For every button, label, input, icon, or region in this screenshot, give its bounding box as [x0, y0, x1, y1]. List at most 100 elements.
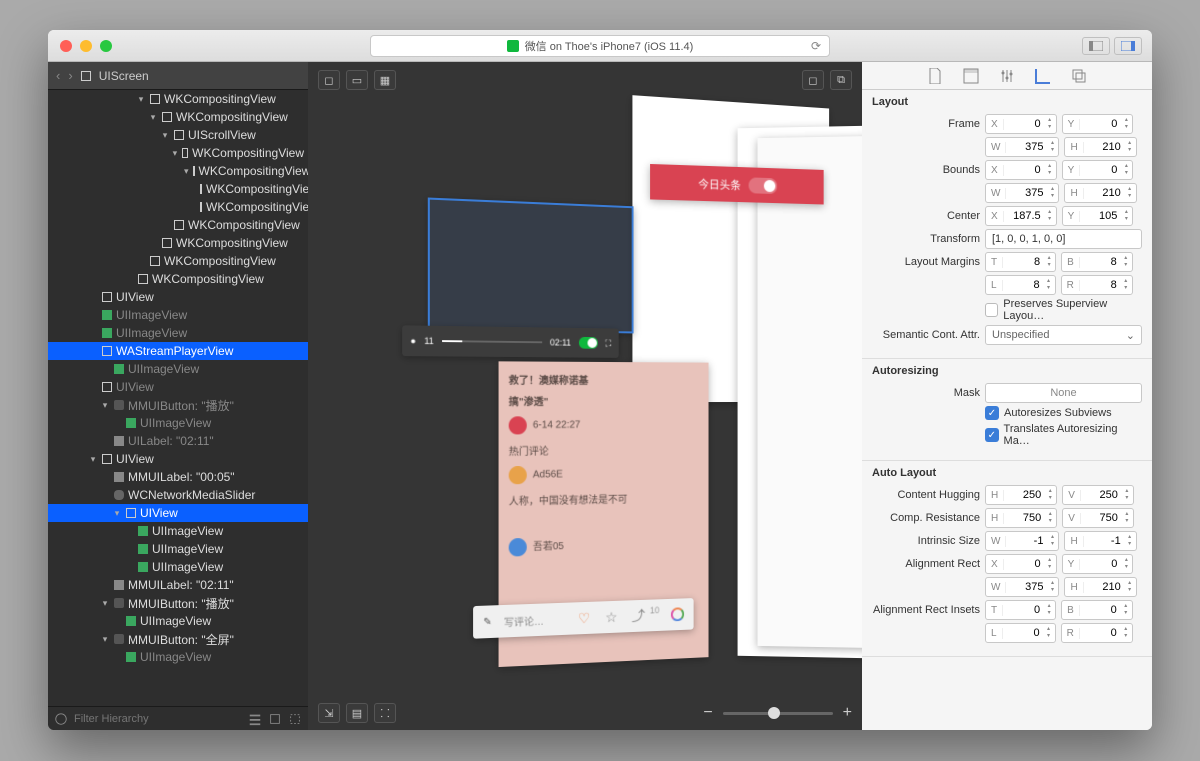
back-button[interactable]: ‹ — [56, 68, 60, 83]
inset-l-field[interactable]: L▴▾ — [985, 623, 1056, 643]
adjust-icon[interactable] — [248, 712, 262, 726]
forward-button[interactable]: › — [68, 68, 72, 83]
mask-box[interactable]: None — [985, 383, 1142, 403]
filter-input[interactable] — [74, 713, 242, 725]
tab-size-inspector[interactable] — [1033, 67, 1053, 85]
intrinsic-h-field[interactable]: H▴▾ — [1064, 531, 1136, 551]
canvas[interactable]: ◻ ▭ ▦ ◻ ⧉ 今日头条 ● 11 02:11 — [308, 62, 862, 730]
tab-history[interactable] — [961, 67, 981, 85]
tree-row[interactable]: WKCompositingView — [48, 216, 308, 234]
tree-row[interactable]: UIImageView — [48, 648, 308, 666]
range-button[interactable]: ▤ — [346, 703, 368, 723]
inset-t-field[interactable]: T▴▾ — [985, 600, 1056, 620]
disclosure-triangle[interactable]: ▾ — [100, 400, 110, 411]
content-mode-button[interactable]: ▦ — [374, 70, 396, 90]
tree-row[interactable]: UIView — [48, 288, 308, 306]
disclosure-triangle[interactable]: ▾ — [160, 130, 170, 141]
zoom-track[interactable] — [723, 712, 833, 715]
margin-l-field[interactable]: L▴▾ — [985, 275, 1056, 295]
disclosure-triangle[interactable]: ▾ — [184, 166, 189, 177]
bounds-w-field[interactable]: W▴▾ — [985, 183, 1059, 203]
inset-b-field[interactable]: B▴▾ — [1061, 600, 1133, 620]
scope-icon[interactable] — [268, 712, 282, 726]
tree-row[interactable]: WCNetworkMediaSlider — [48, 486, 308, 504]
margin-t-field[interactable]: T▴▾ — [985, 252, 1056, 272]
bounds-h-field[interactable]: H▴▾ — [1064, 183, 1136, 203]
view-3d-scene[interactable]: 今日头条 ● 11 02:11 ⛶ 救了！澳媒称诺基 搞"渗透" 6-14 22… — [368, 102, 822, 690]
tree-row[interactable]: ▾MMUIButton: "播放" — [48, 396, 308, 414]
disclosure-triangle[interactable]: ▾ — [88, 454, 98, 465]
center-x-field[interactable]: X▴▾ — [985, 206, 1057, 226]
tree-row[interactable]: ▾UIScrollView — [48, 126, 308, 144]
orient-3d-button[interactable]: ⧉ — [830, 70, 852, 90]
center-y-field[interactable]: Y▴▾ — [1062, 206, 1134, 226]
disclosure-triangle[interactable]: ▾ — [100, 598, 110, 609]
align-x-field[interactable]: X▴▾ — [985, 554, 1057, 574]
bounds-y-field[interactable]: Y▴▾ — [1062, 160, 1134, 180]
disclosure-triangle[interactable]: ▾ — [100, 634, 110, 645]
hugging-h-field[interactable]: H▴▾ — [985, 485, 1057, 505]
dashed-icon[interactable] — [288, 712, 302, 726]
disclosure-triangle[interactable]: ▾ — [172, 148, 178, 159]
tree-row[interactable]: UIView — [48, 378, 308, 396]
breadcrumb-item[interactable]: UIScreen — [99, 69, 149, 83]
margin-r-field[interactable]: R▴▾ — [1061, 275, 1133, 295]
tab-help[interactable] — [997, 67, 1017, 85]
tree-row[interactable]: ▾WKCompositingView — [48, 90, 308, 108]
spacing-button[interactable]: ⇲ — [318, 703, 340, 723]
tree-row[interactable]: WKCompositingView — [48, 252, 308, 270]
zoom-thumb[interactable] — [768, 707, 780, 719]
transform-field[interactable]: [1, 0, 0, 1, 0, 0] — [985, 229, 1142, 249]
tree-row[interactable]: WKCompositingView — [48, 198, 308, 216]
autosub-checkbox[interactable]: ✓ — [985, 406, 999, 420]
tree-row[interactable]: ▾WKCompositingView — [48, 144, 308, 162]
tree-row[interactable]: UIImageView — [48, 414, 308, 432]
wireframe-mode-button[interactable]: ▭ — [346, 70, 368, 90]
intrinsic-w-field[interactable]: W▴▾ — [985, 531, 1059, 551]
tree-row[interactable]: UIImageView — [48, 540, 308, 558]
resist-h-field[interactable]: H▴▾ — [985, 508, 1057, 528]
tree-row[interactable]: UIImageView — [48, 522, 308, 540]
preserve-checkbox-row[interactable]: Preserves Superview Layou… — [985, 298, 1142, 322]
translates-row[interactable]: ✓Translates Autoresizing Ma… — [985, 423, 1142, 447]
clip-mode-button[interactable]: ◻ — [318, 70, 340, 90]
bounds-x-field[interactable]: X▴▾ — [985, 160, 1057, 180]
tab-object[interactable] — [1069, 67, 1089, 85]
zoom-slider[interactable]: − + — [703, 704, 852, 722]
frame-y-field[interactable]: Y▴▾ — [1062, 114, 1134, 134]
margin-b-field[interactable]: B▴▾ — [1061, 252, 1133, 272]
refresh-icon[interactable]: ⟳ — [811, 39, 821, 53]
disclosure-triangle[interactable]: ▾ — [112, 508, 122, 519]
hugging-v-field[interactable]: V▴▾ — [1062, 485, 1134, 505]
tree-row[interactable]: UIImageView — [48, 306, 308, 324]
preserve-checkbox[interactable] — [985, 303, 998, 317]
inset-r-field[interactable]: R▴▾ — [1061, 623, 1133, 643]
tree-row[interactable]: MMUILabel: "02:11" — [48, 576, 308, 594]
align-h-field[interactable]: H▴▾ — [1064, 577, 1136, 597]
right-panel-toggle[interactable] — [1114, 37, 1142, 55]
tree-row[interactable]: WAStreamPlayerView — [48, 342, 308, 360]
align-w-field[interactable]: W▴▾ — [985, 577, 1059, 597]
zoom-out-button[interactable]: − — [703, 704, 712, 722]
tree-row[interactable]: UIImageView — [48, 324, 308, 342]
tree-row[interactable]: WKCompositingView — [48, 270, 308, 288]
constraints-button[interactable]: ⸬ — [374, 703, 396, 723]
translates-checkbox[interactable]: ✓ — [985, 428, 999, 442]
semantic-select[interactable]: Unspecified⌄ — [985, 325, 1142, 345]
left-panel-toggle[interactable] — [1082, 37, 1110, 55]
tree-row[interactable]: UIImageView — [48, 558, 308, 576]
close-button[interactable] — [60, 40, 72, 52]
frame-h-field[interactable]: H▴▾ — [1064, 137, 1136, 157]
disclosure-triangle[interactable]: ▾ — [136, 94, 146, 105]
frame-w-field[interactable]: W▴▾ — [985, 137, 1059, 157]
frame-x-field[interactable]: X▴▾ — [985, 114, 1057, 134]
tree-row[interactable]: ▾MMUIButton: "播放" — [48, 594, 308, 612]
view-hierarchy-tree[interactable]: ▾WKCompositingView▾WKCompositingView▾UIS… — [48, 90, 308, 706]
zoom-button[interactable] — [100, 40, 112, 52]
zoom-in-button[interactable]: + — [843, 704, 852, 722]
minimize-button[interactable] — [80, 40, 92, 52]
disclosure-triangle[interactable]: ▾ — [148, 112, 158, 123]
tree-row[interactable]: MMUILabel: "00:05" — [48, 468, 308, 486]
tree-row[interactable]: ▾MMUIButton: "全屏" — [48, 630, 308, 648]
tree-row[interactable]: ▾UIView — [48, 450, 308, 468]
